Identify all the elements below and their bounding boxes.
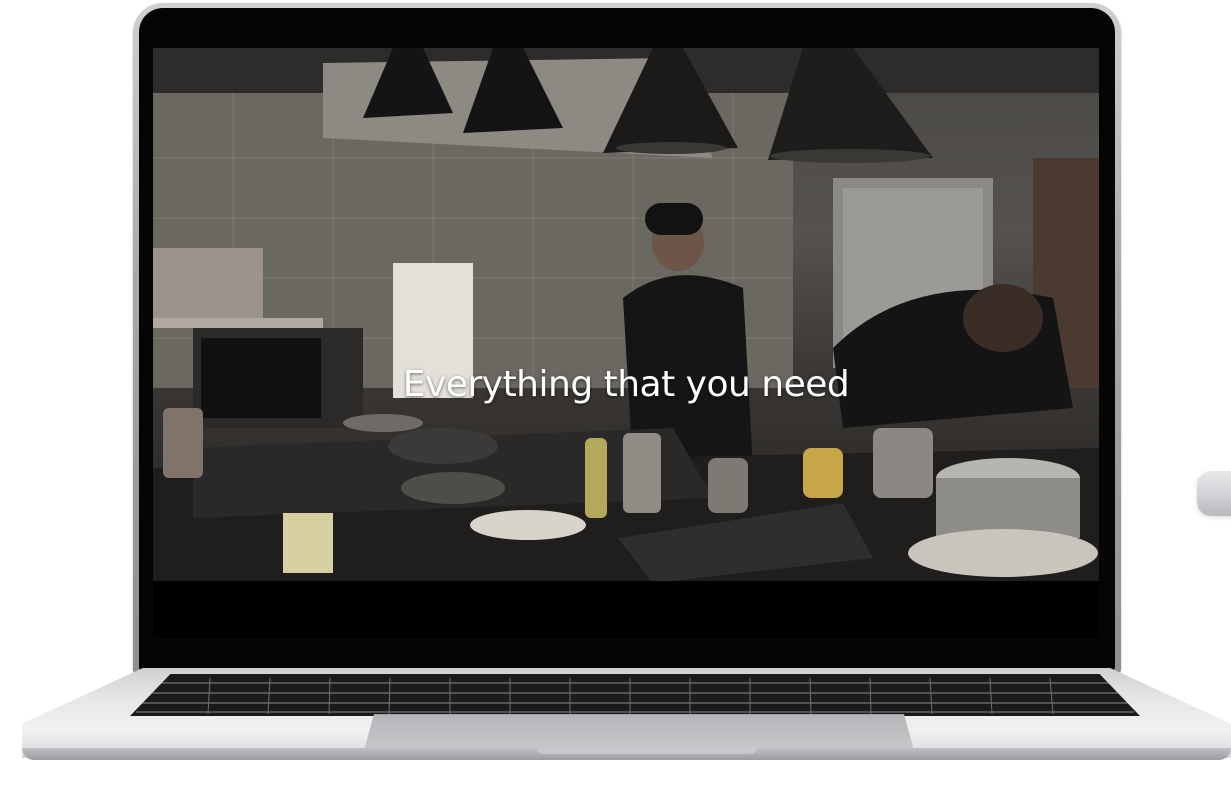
- video-letterbox: [153, 581, 1099, 638]
- laptop-lid: Everything that you need: [133, 3, 1121, 675]
- lid-opening-notch: [537, 748, 757, 754]
- laptop-mockup-scene: Everything that you need: [0, 0, 1231, 785]
- partial-device-edge: [1197, 470, 1231, 516]
- screen-bezel: Everything that you need: [139, 8, 1115, 671]
- keyboard-keys: [136, 677, 1134, 715]
- laptop-screen: Everything that you need: [153, 48, 1099, 638]
- video-caption: Everything that you need: [402, 364, 850, 405]
- keyboard: [130, 674, 1140, 716]
- kitchen-video[interactable]: Everything that you need: [153, 48, 1099, 581]
- kitchen-scene: [153, 48, 1099, 581]
